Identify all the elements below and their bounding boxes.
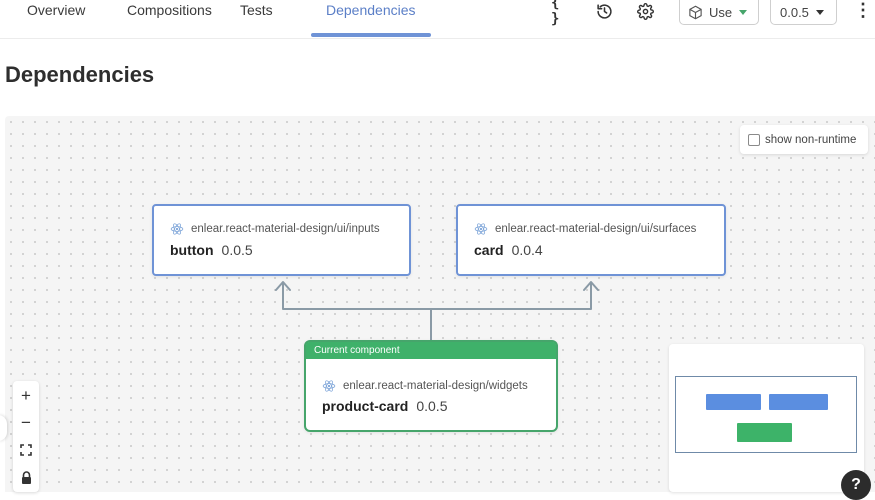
edge-to-card (430, 282, 592, 310)
zoom-controls: + − (13, 381, 39, 492)
non-runtime-checkbox[interactable] (748, 133, 760, 146)
node-scope: enlear.react-material-design/ui/surfaces (495, 223, 697, 235)
minimap-node-card (769, 394, 828, 410)
dependency-node-button[interactable]: enlear.react-material-design/ui/inputs b… (152, 204, 411, 276)
minimap-node-button (706, 394, 761, 410)
zoom-in-button[interactable]: + (13, 383, 39, 409)
node-version: 0.0.4 (511, 242, 543, 258)
react-icon (322, 380, 336, 392)
node-version: 0.0.5 (221, 242, 253, 258)
minimap[interactable] (669, 344, 864, 492)
show-non-runtime-toggle[interactable]: show non-runtime (740, 125, 868, 154)
fit-view-icon[interactable] (13, 437, 39, 463)
minimap-node-current (737, 423, 792, 442)
node-name: card (474, 242, 504, 258)
dependency-node-card[interactable]: enlear.react-material-design/ui/surfaces… (456, 204, 726, 276)
node-name: button (170, 242, 214, 258)
edge-to-button (282, 282, 432, 341)
node-name: product-card (322, 398, 409, 414)
help-button[interactable]: ? (841, 470, 871, 500)
node-scope: enlear.react-material-design/ui/inputs (191, 223, 380, 235)
react-icon (474, 223, 488, 235)
react-icon (170, 223, 184, 235)
node-scope: enlear.react-material-design/widgets (343, 380, 528, 392)
current-component-header: Current component (306, 342, 556, 359)
current-component-node[interactable]: Current component enlear.react-material-… (304, 340, 558, 432)
node-version: 0.0.5 (416, 398, 448, 414)
lock-icon[interactable] (13, 464, 39, 490)
zoom-out-button[interactable]: − (13, 410, 39, 436)
toggle-label: show non-runtime (765, 133, 857, 146)
